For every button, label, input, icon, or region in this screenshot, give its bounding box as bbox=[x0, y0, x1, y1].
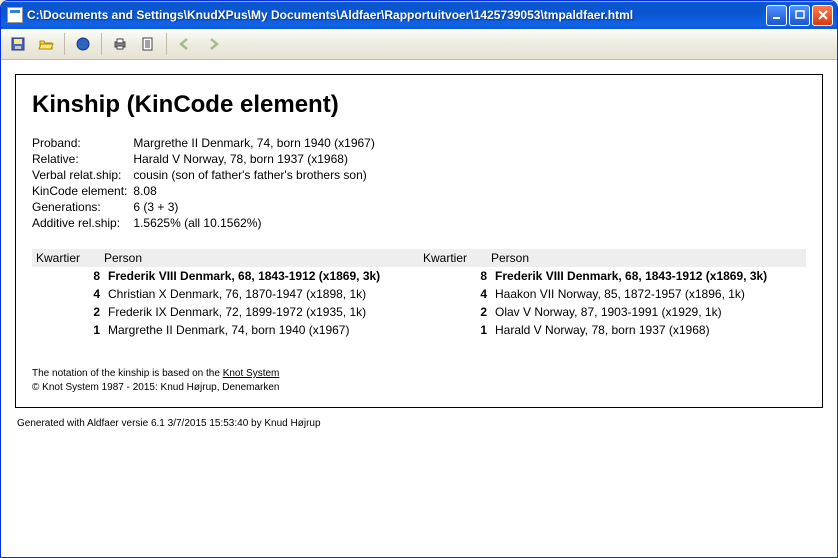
arrow-right-icon bbox=[205, 36, 221, 52]
app-window: C:\Documents and Settings\KnudXPus\My Do… bbox=[0, 0, 838, 558]
open-folder-icon bbox=[38, 36, 54, 52]
forward-button[interactable] bbox=[200, 31, 226, 57]
report-box: Kinship (KinCode element) Proband: Margr… bbox=[15, 74, 823, 408]
generated-line: Generated with Aldfaer versie 6.1 3/7/20… bbox=[17, 418, 821, 429]
globe-icon bbox=[75, 36, 91, 52]
back-button[interactable] bbox=[172, 31, 198, 57]
save-button[interactable] bbox=[5, 31, 31, 57]
header-person: Person bbox=[491, 251, 529, 265]
toolbar-separator bbox=[101, 33, 102, 55]
value-proband: Margrethe II Denmark, 74, born 1940 (x19… bbox=[133, 135, 382, 151]
kwartier-table: Kwartier Person 8Frederik VIII Denmark, … bbox=[32, 249, 806, 339]
kwartier-person: Haakon VII Norway, 85, 1872-1957 (x1896,… bbox=[495, 287, 806, 301]
header-person: Person bbox=[104, 251, 142, 265]
print-icon bbox=[112, 36, 128, 52]
close-button[interactable] bbox=[812, 5, 833, 26]
minimize-icon bbox=[771, 9, 783, 21]
info-row-kincode: KinCode element: 8.08 bbox=[32, 183, 383, 199]
label-additive: Additive rel.ship: bbox=[32, 215, 133, 231]
value-additive: 1.5625% (all 10.1562%) bbox=[133, 215, 382, 231]
label-verbal: Verbal relat.ship: bbox=[32, 167, 133, 183]
value-kincode: 8.08 bbox=[133, 183, 382, 199]
kwartier-person: Frederik VIII Denmark, 68, 1843-1912 (x1… bbox=[108, 269, 419, 283]
info-table: Proband: Margrethe II Denmark, 74, born … bbox=[32, 135, 383, 231]
header-kwartier: Kwartier bbox=[32, 251, 104, 265]
kwartier-row: 8Frederik VIII Denmark, 68, 1843-1912 (x… bbox=[32, 267, 419, 285]
label-proband: Proband: bbox=[32, 135, 133, 151]
copyright: © Knot System 1987 - 2015: Knud Højrup, … bbox=[32, 382, 280, 393]
content-area: Kinship (KinCode element) Proband: Margr… bbox=[1, 60, 837, 557]
info-row-generations: Generations: 6 (3 + 3) bbox=[32, 199, 383, 215]
info-row-relative: Relative: Harald V Norway, 78, born 1937… bbox=[32, 151, 383, 167]
kwartier-number: 2 bbox=[32, 305, 108, 319]
knot-system-link[interactable]: Knot System bbox=[223, 368, 280, 379]
footnote-text: The notation of the kinship is based on … bbox=[32, 368, 223, 379]
kwartier-person: Margrethe II Denmark, 74, born 1940 (x19… bbox=[108, 323, 419, 337]
maximize-icon bbox=[794, 9, 806, 21]
kwartier-row: 2Frederik IX Denmark, 72, 1899-1972 (x19… bbox=[32, 303, 419, 321]
kwartier-row: 4Christian X Denmark, 76, 1870-1947 (x18… bbox=[32, 285, 419, 303]
value-relative: Harald V Norway, 78, born 1937 (x1968) bbox=[133, 151, 382, 167]
page-setup-button[interactable] bbox=[135, 31, 161, 57]
kwartier-row: 8Frederik VIII Denmark, 68, 1843-1912 (x… bbox=[419, 267, 806, 285]
kwartier-number: 4 bbox=[419, 287, 495, 301]
kwartier-person: Frederik VIII Denmark, 68, 1843-1912 (x1… bbox=[495, 269, 806, 283]
kwartier-person: Olav V Norway, 87, 1903-1991 (x1929, 1k) bbox=[495, 305, 806, 319]
arrow-left-icon bbox=[177, 36, 193, 52]
page-icon bbox=[140, 36, 156, 52]
window-controls bbox=[766, 5, 833, 26]
window-title: C:\Documents and Settings\KnudXPus\My Do… bbox=[27, 8, 766, 22]
kwartier-person: Christian X Denmark, 76, 1870-1947 (x189… bbox=[108, 287, 419, 301]
page-title: Kinship (KinCode element) bbox=[32, 91, 806, 119]
kwartier-row: 1Harald V Norway, 78, born 1937 (x1968) bbox=[419, 321, 806, 339]
kwartier-person: Harald V Norway, 78, born 1937 (x1968) bbox=[495, 323, 806, 337]
toolbar bbox=[1, 29, 837, 60]
kwartier-header: Kwartier Person bbox=[419, 249, 806, 267]
open-button[interactable] bbox=[33, 31, 59, 57]
page: Kinship (KinCode element) Proband: Margr… bbox=[15, 74, 823, 443]
app-icon bbox=[7, 7, 23, 23]
kwartier-number: 1 bbox=[32, 323, 108, 337]
minimize-button[interactable] bbox=[766, 5, 787, 26]
kwartier-number: 8 bbox=[419, 269, 495, 283]
kwartier-number: 4 bbox=[32, 287, 108, 301]
kwartier-row: 4Haakon VII Norway, 85, 1872-1957 (x1896… bbox=[419, 285, 806, 303]
titlebar: C:\Documents and Settings\KnudXPus\My Do… bbox=[1, 1, 837, 29]
globe-button[interactable] bbox=[70, 31, 96, 57]
kwartier-number: 2 bbox=[419, 305, 495, 319]
print-button[interactable] bbox=[107, 31, 133, 57]
kwartier-left-column: Kwartier Person 8Frederik VIII Denmark, … bbox=[32, 249, 419, 339]
kwartier-header: Kwartier Person bbox=[32, 249, 419, 267]
value-verbal: cousin (son of father's father's brother… bbox=[133, 167, 382, 183]
info-row-additive: Additive rel.ship: 1.5625% (all 10.1562%… bbox=[32, 215, 383, 231]
kwartier-row: 1Margrethe II Denmark, 74, born 1940 (x1… bbox=[32, 321, 419, 339]
maximize-button[interactable] bbox=[789, 5, 810, 26]
kwartier-number: 8 bbox=[32, 269, 108, 283]
kwartier-row: 2Olav V Norway, 87, 1903-1991 (x1929, 1k… bbox=[419, 303, 806, 321]
kwartier-number: 1 bbox=[419, 323, 495, 337]
toolbar-separator bbox=[64, 33, 65, 55]
footnote: The notation of the kinship is based on … bbox=[32, 367, 806, 395]
kwartier-person: Frederik IX Denmark, 72, 1899-1972 (x193… bbox=[108, 305, 419, 319]
kwartier-right-column: Kwartier Person 8Frederik VIII Denmark, … bbox=[419, 249, 806, 339]
info-row-verbal: Verbal relat.ship: cousin (son of father… bbox=[32, 167, 383, 183]
toolbar-separator bbox=[166, 33, 167, 55]
info-row-proband: Proband: Margrethe II Denmark, 74, born … bbox=[32, 135, 383, 151]
label-relative: Relative: bbox=[32, 151, 133, 167]
value-generations: 6 (3 + 3) bbox=[133, 199, 382, 215]
save-icon bbox=[10, 36, 26, 52]
label-kincode: KinCode element: bbox=[32, 183, 133, 199]
close-icon bbox=[817, 9, 829, 21]
label-generations: Generations: bbox=[32, 199, 133, 215]
header-kwartier: Kwartier bbox=[419, 251, 491, 265]
